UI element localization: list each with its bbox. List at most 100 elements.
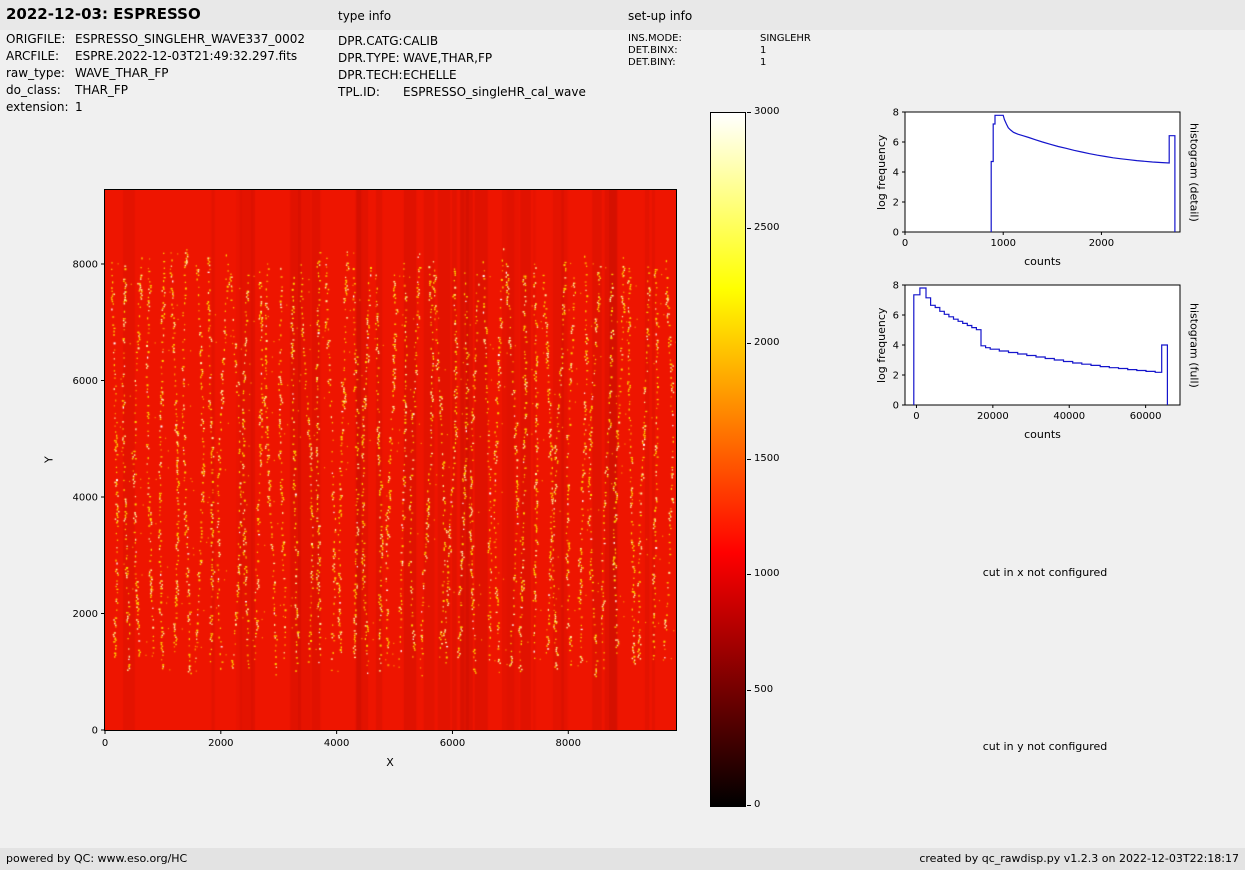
x-axis-label: X (340, 756, 440, 769)
meta-value: WAVE,THAR,FP (403, 50, 492, 67)
colorbar: 050010001500200025003000 (710, 112, 820, 822)
meta-row: raw_type:WAVE_THAR_FP (6, 65, 305, 82)
x-tick-label: 2000 (208, 738, 233, 749)
meta-row: INS.MODE:SINGLEHR (628, 33, 811, 45)
x-tick-label: 1000 (990, 238, 1015, 249)
colorbar-tick-label: 2000 (754, 337, 779, 349)
meta-label: TPL.ID: (338, 84, 403, 101)
x-tick-label: 0 (902, 238, 908, 249)
y-tick-label: 4 (893, 341, 899, 352)
cut-y-note: cut in y not configured (945, 740, 1145, 753)
meta-value: ESPRE.2022-12-03T21:49:32.297.fits (75, 48, 297, 65)
histogram-detail-plot: log frequency histogram (detail) 0100020… (870, 104, 1205, 279)
meta-label: raw_type: (6, 65, 75, 82)
x-tick-label: 20000 (977, 411, 1009, 422)
meta-row: extension:1 (6, 99, 305, 116)
setup-info-block: INS.MODE:SINGLEHRDET.BINX:1DET.BINY:1 (628, 33, 811, 69)
x-tick-label: 0 (913, 411, 919, 422)
y-tick-label: 8 (893, 108, 899, 119)
detector-image-plot (104, 189, 677, 731)
meta-value: ESPRESSO_SINGLEHR_WAVE337_0002 (75, 31, 305, 48)
meta-row: TPL.ID:ESPRESSO_singleHR_cal_wave (338, 84, 586, 101)
meta-row: DET.BINX:1 (628, 45, 811, 57)
colorbar-tick-label: 0 (754, 799, 760, 811)
cut-x-note: cut in x not configured (945, 566, 1145, 579)
type-info-heading: type info (338, 9, 391, 23)
meta-value: WAVE_THAR_FP (75, 65, 168, 82)
y-tick-label: 0 (893, 228, 899, 239)
colorbar-tick-label: 500 (754, 684, 773, 696)
meta-label: extension: (6, 99, 75, 116)
histogram-full-ylabel: log frequency (874, 285, 889, 405)
y-tick-label: 0 (92, 726, 98, 737)
meta-row: do_class:THAR_FP (6, 82, 305, 99)
footer-bar: powered by QC: www.eso.org/HC created by… (0, 848, 1245, 870)
meta-row: DPR.CATG:CALIB (338, 33, 586, 50)
type-info-block: DPR.CATG:CALIBDPR.TYPE:WAVE,THAR,FPDPR.T… (338, 33, 586, 101)
colorbar-tick-label: 1000 (754, 568, 779, 580)
file-info-block: ORIGFILE:ESPRESSO_SINGLEHR_WAVE337_0002A… (6, 31, 305, 116)
x-tick-label: 0 (102, 738, 108, 749)
x-tick-label: 8000 (556, 738, 581, 749)
meta-row: ORIGFILE:ESPRESSO_SINGLEHR_WAVE337_0002 (6, 31, 305, 48)
histogram-full-plot: log frequency histogram (full) 020000400… (870, 277, 1205, 452)
setup-info-heading: set-up info (628, 9, 692, 23)
colorbar-tick-label: 3000 (754, 106, 779, 118)
histogram-detail-ylabel: log frequency (874, 112, 889, 232)
y-axis-label: Y (42, 415, 56, 505)
colorbar-tick (747, 574, 751, 575)
meta-value: 1 (760, 45, 766, 57)
meta-row: DET.BINY:1 (628, 57, 811, 69)
y-tick-label: 6000 (73, 376, 98, 387)
meta-value: CALIB (403, 33, 438, 50)
qc-report-page: { "header": { "title": "2022-12-03: ESPR… (0, 0, 1245, 870)
meta-label: DPR.CATG: (338, 33, 403, 50)
meta-row: ARCFILE:ESPRE.2022-12-03T21:49:32.297.fi… (6, 48, 305, 65)
meta-label: DET.BINX: (628, 45, 760, 57)
plot-box (905, 285, 1180, 405)
x-tick-label: 40000 (1053, 411, 1085, 422)
hist-svg: 0 1000 2000 0 2 4 6 8 counts (870, 104, 1205, 279)
meta-row: DPR.TECH:ECHELLE (338, 67, 586, 84)
page-title: 2022-12-03: ESPRESSO (6, 5, 201, 23)
footer-credit: powered by QC: www.eso.org/HC (6, 848, 187, 870)
plot-box (905, 112, 1180, 232)
y-tick-label: 2000 (73, 609, 98, 620)
x-axis-label: counts (1024, 255, 1061, 268)
header-bar: 2022-12-03: ESPRESSO type info set-up in… (0, 0, 1245, 30)
detector-image-canvas (105, 190, 676, 730)
x-axis-label: counts (1024, 428, 1061, 441)
meta-label: INS.MODE: (628, 33, 760, 45)
meta-value: 1 (75, 99, 83, 116)
y-tick-label: 0 (893, 401, 899, 412)
meta-label: DET.BINY: (628, 57, 760, 69)
meta-value: SINGLEHR (760, 33, 811, 45)
meta-row: DPR.TYPE:WAVE,THAR,FP (338, 50, 586, 67)
histogram-full-title: histogram (full) (1186, 285, 1202, 405)
hist-svg: 0 20000 40000 60000 0 2 4 6 8 counts (870, 277, 1205, 452)
colorbar-tick (747, 690, 751, 691)
meta-label: DPR.TECH: (338, 67, 403, 84)
x-tick-label: 2000 (1089, 238, 1114, 249)
colorbar-tick-label: 1500 (754, 453, 779, 465)
x-tick-label: 4000 (324, 738, 349, 749)
y-tick-label: 2 (893, 371, 899, 382)
y-tick-label: 6 (893, 138, 899, 149)
colorbar-tick-label: 2500 (754, 222, 779, 234)
y-tick-label: 2 (893, 198, 899, 209)
y-tick-label: 6 (893, 311, 899, 322)
colorbar-tick (747, 228, 751, 229)
footer-created-by: created by qc_rawdisp.py v1.2.3 on 2022-… (919, 848, 1239, 870)
colorbar-tick (747, 805, 751, 806)
meta-label: ORIGFILE: (6, 31, 75, 48)
meta-label: DPR.TYPE: (338, 50, 403, 67)
meta-value: ESPRESSO_singleHR_cal_wave (403, 84, 586, 101)
x-tick-label: 6000 (440, 738, 465, 749)
y-tick-label: 4000 (73, 492, 98, 503)
y-tick-label: 4 (893, 168, 899, 179)
y-tick-label: 8 (893, 281, 899, 292)
x-tick-label: 60000 (1130, 411, 1162, 422)
meta-label: do_class: (6, 82, 75, 99)
meta-value: THAR_FP (75, 82, 128, 99)
colorbar-tick (747, 112, 751, 113)
